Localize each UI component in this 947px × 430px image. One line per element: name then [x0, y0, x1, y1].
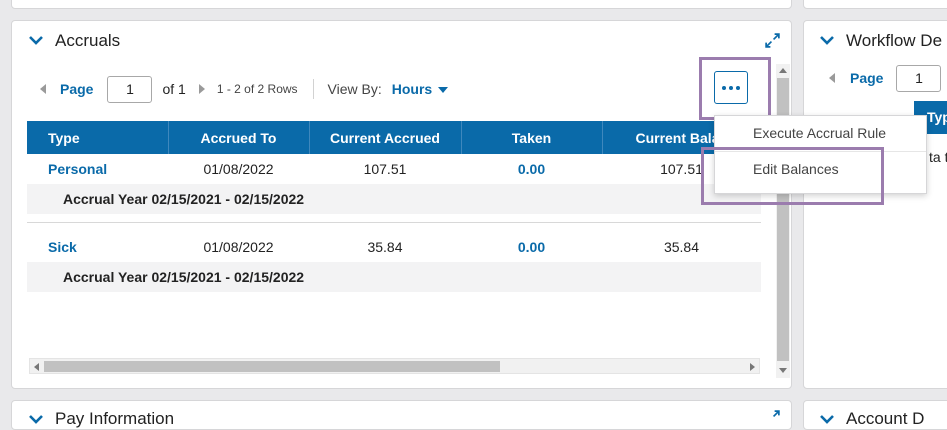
- chevron-down-icon[interactable]: [819, 32, 835, 48]
- account-card: Account D: [803, 400, 947, 430]
- current-accrued-cell: 35.84: [367, 239, 403, 255]
- workflow-pager: Page: [829, 64, 942, 92]
- chevron-down-icon[interactable]: [28, 411, 44, 427]
- page-label: Page: [60, 81, 94, 97]
- table-row: Personal 01/08/2022 107.51 0.00 107.51: [27, 154, 761, 184]
- rows-count: 1 - 2 of 2 Rows: [216, 82, 298, 96]
- pay-information-card: Pay Information: [11, 400, 792, 430]
- horizontal-scrollbar[interactable]: [29, 358, 760, 374]
- accrual-type-link[interactable]: Personal: [27, 154, 168, 184]
- account-title: Account D: [846, 409, 925, 428]
- table-header-row: Type Accrued To Current Accrued Taken Cu…: [27, 121, 761, 154]
- highlight-more-button: [699, 57, 771, 120]
- view-by-label: View By:: [327, 81, 382, 97]
- page-label: Page: [850, 70, 884, 86]
- accruals-title: Accruals: [55, 31, 121, 50]
- prev-page-icon[interactable]: [40, 84, 46, 94]
- caret-down-icon: [438, 87, 449, 94]
- accruals-table: Type Accrued To Current Accrued Taken Cu…: [27, 121, 761, 292]
- column-header-current-accrued[interactable]: Current Accrued: [308, 121, 461, 154]
- taken-link[interactable]: 0.00: [461, 232, 602, 262]
- column-header-taken[interactable]: Taken: [460, 121, 602, 154]
- prev-page-icon[interactable]: [829, 73, 835, 83]
- row-spacer-cell: [27, 214, 761, 222]
- accruals-card: Accruals Page of 1 1 - 2 of 2 Rows View …: [11, 20, 792, 389]
- view-by-dropdown[interactable]: Hours: [391, 81, 449, 97]
- workflow-column-header[interactable]: Type: [927, 109, 947, 125]
- column-header-type[interactable]: Type: [27, 121, 168, 154]
- page-of-label: of 1: [162, 81, 186, 97]
- taken-link[interactable]: 0.00: [461, 154, 602, 184]
- next-page-icon[interactable]: [198, 84, 205, 94]
- view-by-value: Hours: [391, 81, 433, 97]
- top-left-card: [11, 0, 792, 9]
- accrued-to-cell: 01/08/2022: [203, 239, 274, 255]
- expand-icon[interactable]: [764, 409, 781, 426]
- row-divider-cell: [27, 221, 761, 232]
- chevron-down-icon[interactable]: [819, 411, 835, 427]
- table-row: Sick 01/08/2022 35.84 0.00 35.84: [27, 232, 761, 262]
- row-spacer: [27, 214, 761, 222]
- execute-accrual-rule-item[interactable]: Execute Accrual Rule: [715, 116, 926, 151]
- scroll-up-icon[interactable]: [779, 68, 787, 73]
- accrual-year-detail: Accrual Year 02/15/2021 - 02/15/2022: [27, 184, 761, 214]
- column-header-accrued-to[interactable]: Accrued To: [167, 121, 309, 154]
- vertical-scrollbar[interactable]: [776, 64, 790, 378]
- expand-icon[interactable]: [764, 32, 781, 49]
- accrued-to-cell: 01/08/2022: [203, 161, 274, 177]
- row-divider: [27, 221, 761, 232]
- current-balance-cell: 35.84: [663, 239, 700, 255]
- workflow-title: Workflow De: [846, 31, 943, 50]
- table-detail-row: Accrual Year 02/15/2021 - 02/15/2022: [27, 262, 761, 292]
- accrual-year-detail: Accrual Year 02/15/2021 - 02/15/2022: [27, 262, 761, 292]
- accrual-type-link[interactable]: Sick: [27, 232, 168, 262]
- table-detail-row: Accrual Year 02/15/2021 - 02/15/2022: [27, 184, 761, 214]
- pager: Page of 1 1 - 2 of 2 Rows View By: Hours: [40, 75, 449, 103]
- top-right-card: [803, 0, 947, 9]
- current-accrued-cell: 107.51: [363, 161, 407, 177]
- workflow-cell: ta t: [929, 149, 947, 165]
- scroll-down-icon[interactable]: [779, 368, 787, 373]
- scroll-right-icon[interactable]: [750, 363, 755, 371]
- scroll-left-icon[interactable]: [34, 363, 39, 371]
- chevron-down-icon[interactable]: [28, 32, 44, 48]
- page-number-input[interactable]: [896, 64, 942, 92]
- pay-information-title: Pay Information: [55, 409, 175, 428]
- horizontal-scroll-thumb[interactable]: [44, 361, 500, 372]
- pager-divider: [312, 79, 314, 99]
- page-number-input[interactable]: [107, 75, 153, 103]
- highlight-edit-balances: [701, 147, 884, 205]
